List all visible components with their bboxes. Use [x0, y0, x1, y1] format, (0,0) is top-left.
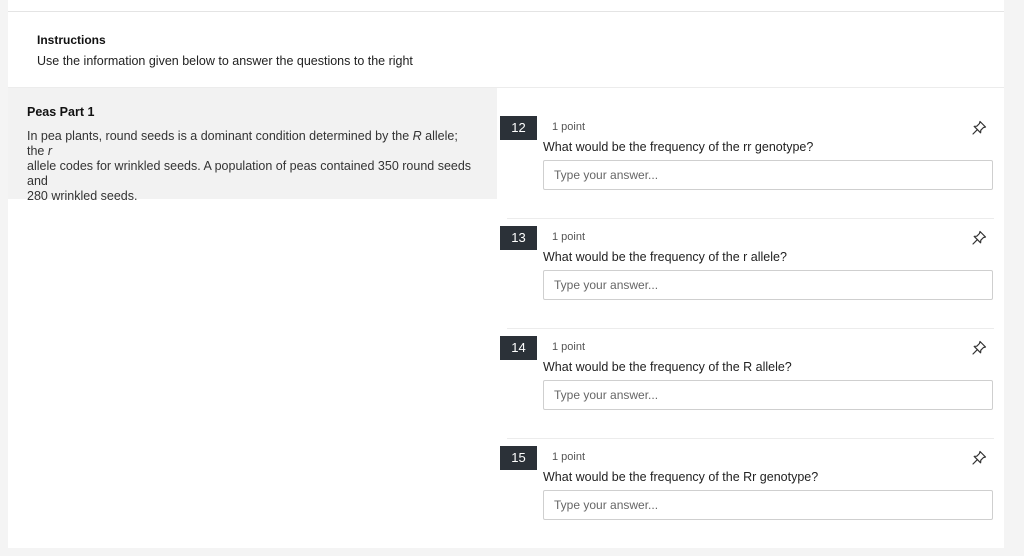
answer-input[interactable] [543, 270, 993, 300]
question-divider [507, 438, 994, 439]
question-text: What would be the frequency of the Rr ge… [543, 470, 819, 484]
question-14: 14 1 point What would be the frequency o… [500, 328, 994, 446]
question-divider [507, 328, 994, 329]
question-number-badge: 13 [500, 226, 537, 250]
question-number-badge: 15 [500, 446, 537, 470]
question-number-badge: 14 [500, 336, 537, 360]
passage-body: In pea plants, round seeds is a dominant… [27, 129, 477, 204]
passage-line-1: In pea plants, round seeds is a dominant… [27, 129, 477, 159]
question-text: What would be the frequency of the rr ge… [543, 140, 814, 154]
question-text: What would be the frequency of the r all… [543, 250, 787, 264]
question-15: 15 1 point What would be the frequency o… [500, 438, 994, 556]
question-points: 1 point [552, 341, 586, 353]
allele-symbol: R [412, 129, 422, 143]
allele-symbol: r [47, 144, 53, 158]
pin-icon[interactable] [970, 449, 988, 467]
passage-panel: Peas Part 1 In pea plants, round seeds i… [8, 88, 497, 203]
passage-line-2: allele codes for wrinkled seeds. A popul… [27, 159, 472, 173]
instructions-panel: Instructions Use the information given b… [8, 12, 1004, 88]
instructions-heading: Instructions [37, 33, 106, 47]
passage-text: In pea plants, round seeds is a dominant… [27, 129, 413, 143]
question-number-badge: 12 [500, 116, 537, 140]
question-text: What would be the frequency of the R all… [543, 360, 792, 374]
pin-icon[interactable] [970, 229, 988, 247]
pin-icon[interactable] [970, 119, 988, 137]
passage-line-3: and [27, 174, 48, 188]
question-13: 13 1 point What would be the frequency o… [500, 218, 994, 336]
quiz-page: Instructions Use the information given b… [8, 0, 1004, 548]
answer-input[interactable] [543, 160, 993, 190]
answer-input[interactable] [543, 380, 993, 410]
question-divider [507, 218, 994, 219]
passage-title: Peas Part 1 [27, 105, 95, 119]
question-points: 1 point [552, 121, 586, 133]
question-12: 12 1 point What would be the frequency o… [500, 116, 994, 226]
question-points: 1 point [552, 451, 586, 463]
answer-input[interactable] [543, 490, 993, 520]
question-points: 1 point [552, 231, 586, 243]
passage-line-4: 280 wrinkled seeds. [27, 189, 138, 203]
pin-icon[interactable] [970, 339, 988, 357]
instructions-text: Use the information given below to answe… [37, 54, 413, 68]
